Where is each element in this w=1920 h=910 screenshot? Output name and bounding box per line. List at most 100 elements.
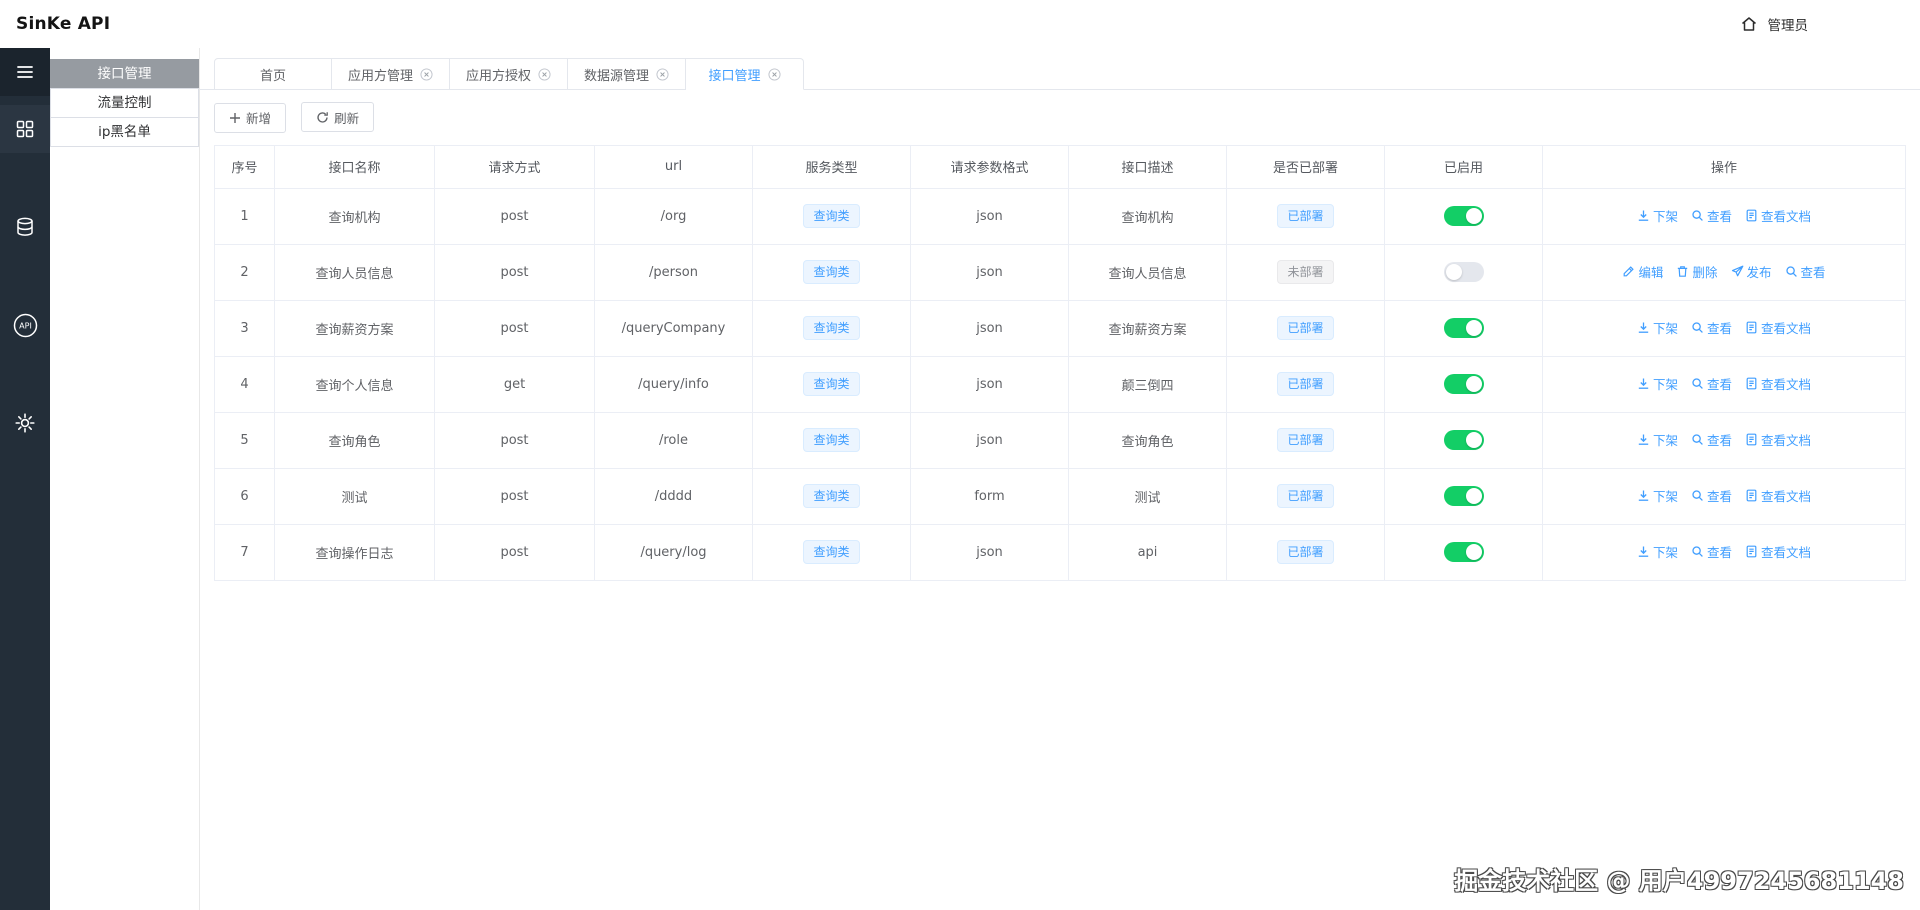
search-action[interactable]: 查看: [1691, 206, 1732, 225]
close-icon[interactable]: [767, 67, 781, 81]
cell-name: 测试: [274, 467, 435, 525]
rail-item-grid[interactable]: [0, 105, 50, 153]
api-icon: API: [12, 312, 39, 339]
deploy-status-tag: 未部署: [1277, 260, 1334, 284]
toggle-knob: [1465, 488, 1482, 504]
rail-item-database[interactable]: [0, 203, 50, 251]
app-logo: SinKe API: [16, 14, 111, 34]
action-links: 下架 查看 查看文档: [1637, 206, 1811, 225]
edit-action[interactable]: 编辑: [1622, 262, 1663, 281]
action-label: 查看文档: [1761, 545, 1812, 560]
tab-1[interactable]: 应用方管理: [332, 58, 450, 90]
cell-description: 查询角色: [1068, 411, 1227, 469]
tab-label: 接口管理: [708, 68, 761, 84]
enabled-toggle[interactable]: [1443, 318, 1484, 338]
download-action[interactable]: 下架: [1637, 206, 1678, 225]
enabled-toggle[interactable]: [1443, 374, 1484, 394]
close-icon[interactable]: [420, 67, 433, 81]
sidebar-item-2[interactable]: ip黑名单: [50, 117, 199, 147]
send-action[interactable]: 发布: [1731, 262, 1772, 281]
deploy-status-tag: 已部署: [1277, 540, 1334, 564]
cell-actions: 下架 查看 查看文档: [1542, 355, 1906, 413]
action-label: 查看文档: [1761, 433, 1812, 448]
cell-enabled: [1384, 299, 1543, 357]
sidebar: 接口管理 流量控制 ip黑名单: [50, 48, 200, 910]
home-icon[interactable]: [1740, 15, 1758, 33]
enabled-toggle[interactable]: [1443, 206, 1484, 226]
api-table: 序号 接口名称 请求方式 url 服务类型 请求参数格式 接口描述 是否已部署 已启用 操作 1查…: [214, 144, 1906, 581]
action-label: 查看: [1706, 489, 1732, 504]
search-action[interactable]: 查看: [1785, 262, 1826, 281]
cell-param-format: form: [910, 467, 1069, 525]
table-row: 1 查询机构 post/org 查询类 json 查询机构 已部署 下架 查看 查看文档: [214, 187, 1906, 245]
cell-description: 测试: [1068, 467, 1227, 525]
toggle-knob: [1465, 320, 1482, 336]
add-button[interactable]: 新增: [214, 102, 287, 133]
user-name[interactable]: 管理员: [1768, 14, 1809, 34]
rail-item-api[interactable]: API: [0, 301, 50, 349]
column-header-8: 已启用: [1384, 144, 1543, 189]
deploy-status-tag: 已部署: [1277, 204, 1334, 228]
download-action[interactable]: 下架: [1637, 318, 1678, 337]
toggle-knob: [1465, 376, 1482, 392]
service-type-tag: 查询类: [803, 540, 860, 564]
download-action[interactable]: 下架: [1637, 542, 1678, 561]
action-label: 查看: [1706, 545, 1732, 560]
table-toolbar: 新增 刷新: [200, 90, 1920, 145]
main-layout: API 接口管理 流量控制 ip黑名单 首页 应用方管理 应用方授权 数据源管理 接口管理 …: [0, 48, 1920, 910]
rail-item-gear[interactable]: [0, 399, 50, 447]
search-icon: [1691, 209, 1704, 222]
column-header-5: 请求参数格式: [910, 144, 1069, 189]
main-panel: 首页 应用方管理 应用方授权 数据源管理 接口管理 新增 刷新 序号 接口名称 请求方式 ur…: [200, 48, 1920, 910]
delete-action[interactable]: 删除: [1676, 262, 1718, 281]
cell-actions: 下架 查看 查看文档: [1542, 411, 1906, 469]
action-label: 查看文档: [1761, 377, 1812, 392]
search-action[interactable]: 查看: [1691, 430, 1732, 449]
tab-2[interactable]: 应用方授权: [450, 58, 568, 90]
enabled-toggle[interactable]: [1443, 262, 1484, 282]
download-icon: [1637, 321, 1650, 334]
cell-url: /role: [594, 411, 753, 469]
cell-param-format: json: [910, 299, 1069, 357]
rail-item-menu[interactable]: [0, 48, 50, 96]
cell-service-type: 查询类: [752, 523, 911, 581]
download-action[interactable]: 下架: [1637, 374, 1678, 393]
enabled-toggle[interactable]: [1443, 542, 1484, 562]
cell-deploy-status: 已部署: [1226, 299, 1385, 357]
document-action[interactable]: 查看文档: [1745, 318, 1811, 337]
tab-label: 应用方授权: [465, 68, 531, 84]
close-icon[interactable]: [538, 67, 551, 81]
enabled-toggle[interactable]: [1443, 430, 1484, 450]
search-action[interactable]: 查看: [1691, 486, 1732, 505]
tab-3[interactable]: 数据源管理: [568, 58, 686, 90]
refresh-button[interactable]: 刷新: [301, 102, 375, 132]
column-header-7: 是否已部署: [1226, 144, 1385, 189]
search-action[interactable]: 查看: [1691, 374, 1732, 393]
tab-0[interactable]: 首页: [214, 58, 332, 90]
service-type-tag: 查询类: [803, 372, 860, 396]
sidebar-item-1[interactable]: 流量控制: [50, 88, 199, 118]
edit-icon: [1622, 265, 1635, 278]
document-action[interactable]: 查看文档: [1745, 206, 1811, 225]
action-label: 查看: [1706, 321, 1732, 336]
document-action[interactable]: 查看文档: [1745, 430, 1811, 449]
sidebar-item-0[interactable]: 接口管理: [50, 59, 199, 89]
close-icon[interactable]: [656, 67, 669, 81]
document-action[interactable]: 查看文档: [1745, 374, 1811, 393]
tab-4[interactable]: 接口管理: [686, 58, 804, 90]
tab-label: 首页: [259, 68, 286, 84]
refresh-icon: [316, 111, 329, 124]
download-action[interactable]: 下架: [1637, 486, 1678, 505]
document-action[interactable]: 查看文档: [1745, 486, 1811, 505]
document-icon: [1745, 489, 1758, 502]
cell-method: post: [434, 299, 595, 357]
search-action[interactable]: 查看: [1691, 542, 1732, 561]
action-label: 下架: [1652, 433, 1678, 448]
document-action[interactable]: 查看文档: [1745, 542, 1811, 561]
document-icon: [1745, 545, 1758, 558]
search-action[interactable]: 查看: [1691, 318, 1732, 337]
cell-index: 3: [214, 299, 275, 357]
download-action[interactable]: 下架: [1637, 430, 1678, 449]
cell-method: post: [434, 523, 595, 581]
enabled-toggle[interactable]: [1443, 486, 1484, 506]
